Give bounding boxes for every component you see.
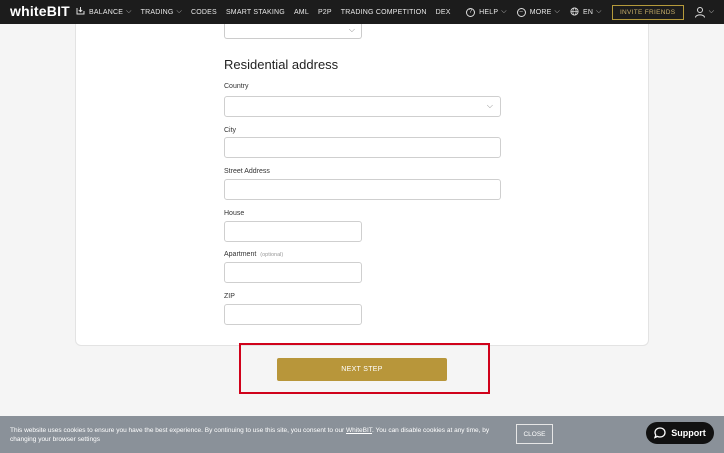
chevron-down-icon: ⌵ bbox=[126, 8, 132, 15]
zip-input[interactable] bbox=[224, 304, 362, 325]
previous-select-field[interactable]: ⌵ bbox=[224, 24, 362, 39]
chevron-down-icon: ⌵ bbox=[486, 101, 493, 110]
nav-help[interactable]: ? HELP ⌵ bbox=[466, 7, 507, 17]
nav-trading[interactable]: TRADING ⌵ bbox=[141, 8, 182, 16]
invite-friends-button[interactable]: INVITE FRIENDS bbox=[611, 4, 684, 20]
street-address-label: Street Address bbox=[224, 168, 270, 175]
more-icon: – bbox=[516, 7, 526, 17]
chevron-down-icon: ⌵ bbox=[348, 25, 355, 34]
zip-label: ZIP bbox=[224, 293, 235, 300]
cookie-text: This website uses cookies to ensure you … bbox=[10, 427, 490, 443]
chevron-down-icon: ⌵ bbox=[501, 8, 507, 15]
whitebit-logo[interactable]: whiteBIT bbox=[10, 3, 70, 19]
top-nav: whiteBIT BALANCE ⌵ TRADING ⌵ CODES SMART S… bbox=[0, 0, 724, 24]
cookie-banner: This website uses cookies to ensure you … bbox=[0, 416, 724, 453]
street-address-input[interactable] bbox=[224, 179, 501, 200]
support-button[interactable]: Support bbox=[646, 422, 714, 444]
support-label: Support bbox=[671, 428, 706, 438]
chevron-down-icon: ⌵ bbox=[596, 8, 602, 15]
cookie-close-button[interactable]: CLOSE bbox=[516, 424, 553, 444]
nav-aml[interactable]: AML bbox=[294, 9, 309, 16]
house-label: House bbox=[224, 210, 245, 217]
help-icon: ? bbox=[466, 7, 476, 17]
city-input[interactable] bbox=[224, 137, 501, 158]
whitebit-link[interactable]: WhiteBIT bbox=[346, 427, 372, 434]
house-input[interactable] bbox=[224, 221, 362, 242]
address-form-card: ⌵ Residential address Country ⌵ City Str… bbox=[75, 24, 649, 346]
nav-menu: BALANCE ⌵ TRADING ⌵ CODES SMART STAKING AM… bbox=[76, 0, 460, 24]
nav-right: ? HELP ⌵ – MORE ⌵ EN ⌵ INVITE FRIENDS ⌵ bbox=[466, 0, 724, 24]
next-step-button[interactable]: NEXT STEP bbox=[277, 358, 447, 381]
section-title: Residential address bbox=[224, 57, 339, 72]
globe-icon bbox=[570, 6, 579, 18]
nav-dex[interactable]: DEX bbox=[436, 9, 451, 16]
nav-language[interactable]: EN ⌵ bbox=[570, 6, 602, 18]
optional-hint: (optional) bbox=[260, 252, 284, 258]
nav-more[interactable]: – MORE ⌵ bbox=[516, 7, 561, 17]
wallet-icon bbox=[76, 7, 85, 17]
nav-trading-competition[interactable]: TRADING COMPETITION bbox=[341, 9, 427, 16]
nav-p2p[interactable]: P2P bbox=[318, 9, 332, 16]
chevron-down-icon: ⌵ bbox=[554, 8, 561, 15]
user-icon bbox=[694, 7, 705, 18]
chat-bubble-icon bbox=[654, 427, 666, 439]
country-label: Country bbox=[224, 83, 249, 90]
country-select[interactable]: ⌵ bbox=[224, 96, 501, 117]
nav-balance[interactable]: BALANCE ⌵ bbox=[76, 7, 132, 17]
apartment-label: Apartment (optional) bbox=[224, 251, 284, 258]
city-label: City bbox=[224, 127, 237, 134]
chevron-down-icon: ⌵ bbox=[708, 8, 714, 15]
user-menu[interactable]: ⌵ bbox=[694, 6, 714, 18]
nav-codes[interactable]: CODES bbox=[191, 9, 217, 16]
apartment-input[interactable] bbox=[224, 262, 362, 283]
chevron-down-icon: ⌵ bbox=[176, 8, 183, 15]
nav-smart-staking[interactable]: SMART STAKING bbox=[226, 9, 285, 16]
